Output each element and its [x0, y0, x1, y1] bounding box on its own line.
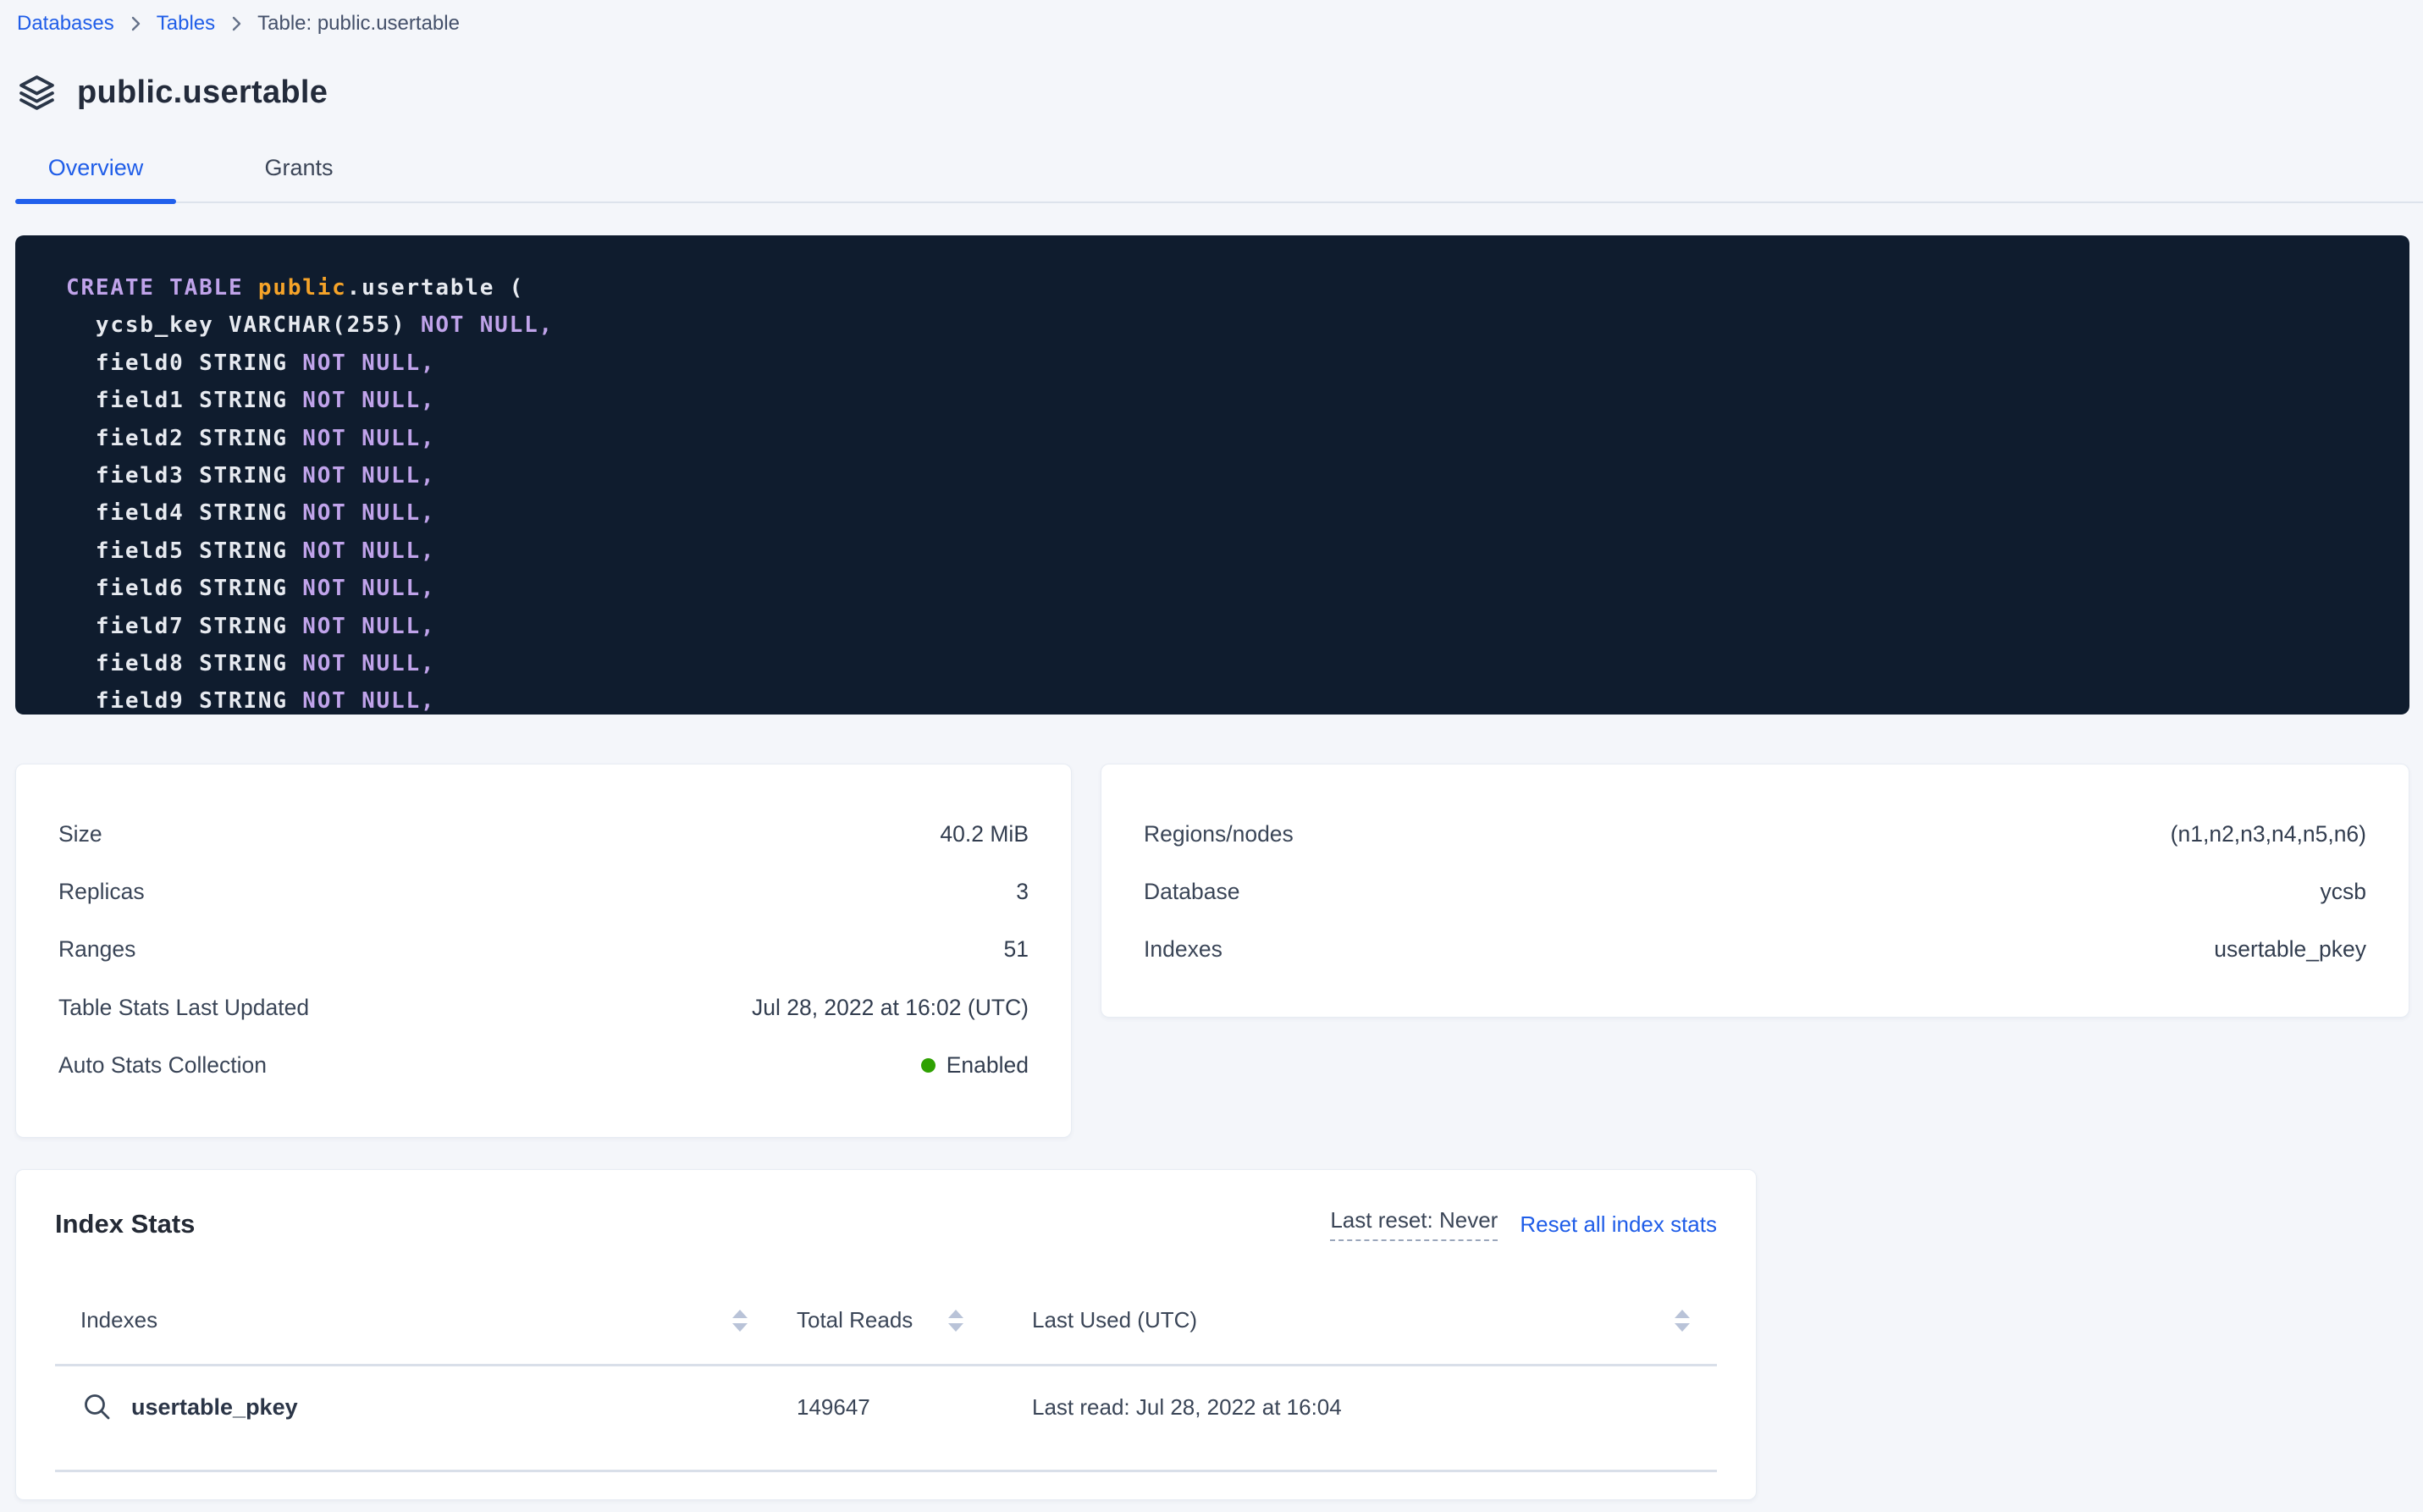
- index-stats-card: Index Stats Last reset: Never Reset all …: [15, 1169, 1757, 1500]
- detail-label: Indexes: [1144, 936, 1223, 963]
- detail-row: Regions/nodes (n1,n2,n3,n4,n5,n6): [1101, 805, 2409, 863]
- index-stats-table-header: Indexes Total Reads Last Used (UTC): [55, 1295, 1717, 1366]
- total-reads-value: 149647: [771, 1394, 974, 1421]
- sort-icon[interactable]: [1673, 1308, 1692, 1333]
- table-details-card-right: Regions/nodes (n1,n2,n3,n4,n5,n6) Database…: [1101, 764, 2409, 1018]
- index-stats-table: Indexes Total Reads Last Used (UTC): [55, 1295, 1717, 1472]
- column-label-last-used: Last Used (UTC): [1032, 1307, 1197, 1333]
- chevron-right-icon: [230, 14, 242, 33]
- detail-value: usertable_pkey: [2214, 936, 2366, 963]
- column-header-indexes[interactable]: Indexes: [55, 1307, 771, 1333]
- tab-grants-label: Grants: [264, 155, 333, 180]
- index-stats-title: Index Stats: [55, 1209, 195, 1239]
- detail-row: Indexes usertable_pkey: [1101, 921, 2409, 979]
- details-section: Size 40.2 MiB Replicas 3 Ranges 51 Table Stats…: [15, 764, 2409, 1138]
- detail-row: Table Stats Last Updated Jul 28, 2022 at …: [16, 979, 1071, 1036]
- column-header-total-reads[interactable]: Total Reads: [771, 1307, 974, 1333]
- sql-code-line: field4 STRING NOT NULL,: [66, 494, 2376, 532]
- tab-grants[interactable]: Grants: [218, 141, 379, 201]
- page-header: public.usertable: [17, 73, 2423, 113]
- breadcrumb: Databases Tables Table: public.usertable: [0, 0, 2423, 39]
- page-title: public.usertable: [77, 74, 328, 111]
- detail-value: Enabled: [921, 1052, 1029, 1079]
- tab-bar: Overview Grants: [15, 141, 2423, 203]
- detail-row: Database ycsb: [1101, 863, 2409, 920]
- detail-value: (n1,n2,n3,n4,n5,n6): [2171, 821, 2366, 847]
- sort-icon[interactable]: [947, 1308, 965, 1333]
- detail-row: Size 40.2 MiB: [16, 805, 1071, 863]
- sql-code-line: CREATE TABLE public.usertable (: [66, 269, 2376, 306]
- detail-label: Database: [1144, 879, 1239, 905]
- sql-code-line: field5 STRING NOT NULL,: [66, 533, 2376, 570]
- create-statement-code-block[interactable]: CREATE TABLE public.usertable ( ycsb_key…: [15, 235, 2409, 715]
- sort-icon[interactable]: [731, 1308, 749, 1333]
- detail-row: Auto Stats Collection Enabled: [16, 1037, 1071, 1095]
- detail-label: Auto Stats Collection: [58, 1052, 267, 1079]
- column-label-total-reads: Total Reads: [797, 1307, 913, 1333]
- last-reset-label[interactable]: Last reset: Never: [1330, 1207, 1498, 1241]
- breadcrumb-current: Table: public.usertable: [257, 8, 460, 39]
- sql-code-line: field6 STRING NOT NULL,: [66, 570, 2376, 607]
- chevron-right-icon: [130, 14, 141, 33]
- status-dot-green: [921, 1058, 936, 1073]
- reset-all-index-stats-link[interactable]: Reset all index stats: [1520, 1211, 1717, 1238]
- column-header-last-used[interactable]: Last Used (UTC): [974, 1307, 1717, 1333]
- detail-label: Replicas: [58, 879, 145, 905]
- detail-value: 3: [1016, 879, 1029, 905]
- active-tab-underline: [15, 199, 176, 204]
- sql-code-line: field1 STRING NOT NULL,: [66, 382, 2376, 419]
- layers-stack-icon: [17, 73, 57, 113]
- tab-overview-label: Overview: [48, 155, 144, 180]
- sql-code-line: field7 STRING NOT NULL,: [66, 608, 2376, 645]
- detail-value: 40.2 MiB: [940, 821, 1029, 847]
- detail-value: 51: [1004, 936, 1029, 963]
- detail-label: Table Stats Last Updated: [58, 995, 309, 1021]
- index-stats-table-body: usertable_pkey 149647 Last read: Jul 28,…: [55, 1366, 1717, 1472]
- detail-value: ycsb: [2321, 879, 2367, 905]
- breadcrumb-link-databases[interactable]: Databases: [17, 8, 114, 39]
- index-stats-table-row: usertable_pkey 149647 Last read: Jul 28,…: [55, 1366, 1717, 1472]
- last-used-value: Last read: Jul 28, 2022 at 16:04: [974, 1394, 1717, 1421]
- detail-value: Jul 28, 2022 at 16:02 (UTC): [752, 995, 1029, 1021]
- table-details-card-left: Size 40.2 MiB Replicas 3 Ranges 51 Table Stats…: [15, 764, 1072, 1138]
- index-name: usertable_pkey: [131, 1394, 298, 1421]
- detail-label: Regions/nodes: [1144, 821, 1294, 847]
- sql-code-line: field0 STRING NOT NULL,: [66, 345, 2376, 382]
- magnifier-icon: [82, 1392, 113, 1422]
- tab-overview[interactable]: Overview: [15, 141, 176, 201]
- sql-code-line: field9 STRING NOT NULL,: [66, 682, 2376, 715]
- sql-code-line: ycsb_key VARCHAR(255) NOT NULL,: [66, 306, 2376, 344]
- index-name-link[interactable]: usertable_pkey: [82, 1392, 771, 1422]
- sql-code-line: field3 STRING NOT NULL,: [66, 457, 2376, 494]
- detail-label: Size: [58, 821, 102, 847]
- detail-label: Ranges: [58, 936, 135, 963]
- detail-row: Replicas 3: [16, 863, 1071, 920]
- column-label-indexes: Indexes: [80, 1307, 157, 1333]
- sql-code-line: field2 STRING NOT NULL,: [66, 420, 2376, 457]
- sql-code-line: field8 STRING NOT NULL,: [66, 645, 2376, 682]
- detail-row: Ranges 51: [16, 921, 1071, 979]
- breadcrumb-link-tables[interactable]: Tables: [157, 8, 215, 39]
